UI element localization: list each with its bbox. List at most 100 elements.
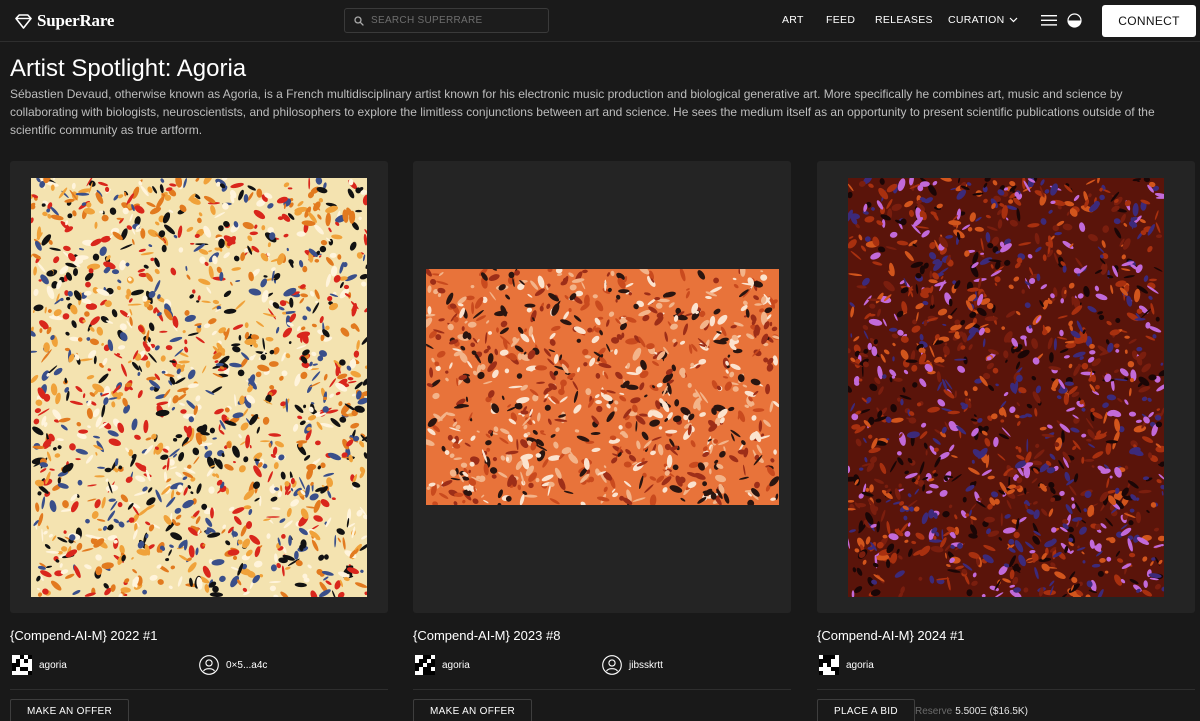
place-bid-button[interactable]: PLACE A BID [817,699,915,721]
logo-text: SuperRare [37,11,115,30]
avatar-pixel [427,655,431,659]
artwork-texture-blob [94,475,105,478]
artwork-frame[interactable] [10,161,388,613]
creator-info[interactable]: agoria [819,655,874,675]
avatar-pixel [415,663,419,667]
avatar-pixel [823,655,827,659]
avatar-pixel [20,667,24,671]
artist-description: Sébastien Devaud, otherwise known as Ago… [10,87,1155,137]
artwork-image[interactable] [31,178,367,597]
nav-art[interactable]: ART [782,14,804,26]
avatar-pixel [16,663,20,667]
make-offer-button[interactable]: MAKE AN OFFER [10,699,130,721]
avatar-pixel [20,655,24,659]
top-nav-bar: SuperRare ART FEED RELEASES CURATION CON… [0,0,1200,42]
avatar-pixel [24,667,28,671]
connect-button[interactable]: CONNECT [1102,5,1196,37]
artwork-texture-blob [210,507,214,519]
avatar-pixel [431,659,435,663]
artwork-texture-blob [190,242,195,245]
owner-info[interactable]: jibsskrtt [602,655,663,675]
nav-releases[interactable]: RELEASES [875,14,933,26]
search-icon [354,15,364,26]
artwork-texture-blob [427,306,432,315]
avatar-pixel [423,655,427,659]
creator-name: agoria [442,659,470,671]
artwork-texture-blob [931,294,934,306]
avatar-pixel [819,663,823,667]
search-input[interactable] [371,15,541,26]
creator-info[interactable]: agoria [12,655,67,675]
nav-curation[interactable]: CURATION [948,14,1018,26]
make-offer-button[interactable]: MAKE AN OFFER [413,699,533,721]
avatar-pixel [427,667,431,671]
theme-toggle-icon[interactable] [1067,13,1082,28]
search-bar[interactable] [344,8,549,33]
artwork-frame[interactable] [413,161,791,613]
artwork-texture-blob [355,209,362,213]
artwork-title[interactable]: {Compend-AI-M} 2022 #1 [10,628,157,643]
creator-avatar [819,655,839,675]
avatar-pixel [831,667,835,671]
artwork-texture-blob [592,294,598,299]
divider [10,689,388,690]
reserve-price: Reserve 5.500Ξ ($16.5K) [915,706,1028,717]
artwork-texture-blob [288,535,292,547]
user-avatar-icon [602,655,622,675]
owner-info[interactable]: 0×5...a4c [199,655,267,675]
avatar-pixel [28,655,32,659]
creator-info[interactable]: agoria [415,655,470,675]
reserve-value: 5.500Ξ ($16.5K) [955,706,1028,717]
nav-curation-label: CURATION [948,14,1005,26]
avatar-pixel [827,663,831,667]
owner-name: jibsskrtt [629,659,663,671]
user-avatar-icon [199,655,219,675]
artwork-frame[interactable] [817,161,1195,613]
avatar-pixel [827,659,831,663]
artwork-image[interactable] [848,178,1164,597]
avatar-pixel [419,659,423,663]
artwork-image[interactable] [426,269,779,505]
avatar-pixel [819,671,823,675]
diamond-logo-icon [15,13,32,29]
avatar-pixel [12,663,16,667]
artwork-texture-blob [1104,570,1109,574]
avatar-pixel [423,667,427,671]
artwork-texture-blob [1105,440,1118,444]
artwork-card: {Compend-AI-M} 2023 #8 agoria jibsskrtt … [413,161,791,721]
superrare-logo[interactable]: SuperRare [15,11,114,31]
avatar-pixel [423,659,427,663]
divider [413,689,791,690]
artwork-texture-blob [302,265,308,273]
avatar-pixel [28,671,32,675]
avatar-pixel [427,671,431,675]
avatar-pixel [24,659,28,663]
reserve-label: Reserve [915,706,953,717]
artwork-texture-blob [161,370,166,374]
avatar-pixel [16,659,20,663]
avatar-pixel [12,667,16,671]
nav-feed[interactable]: FEED [826,14,855,26]
hamburger-menu-icon[interactable] [1041,15,1057,26]
avatar-pixel [423,671,427,675]
artwork-texture-blob [244,322,249,329]
creator-avatar [12,655,32,675]
creator-avatar [415,655,435,675]
artwork-title[interactable]: {Compend-AI-M} 2023 #8 [413,628,560,643]
avatar-pixel [835,667,839,671]
page-title: Artist Spotlight: Agoria [10,55,247,82]
artwork-card: {Compend-AI-M} 2024 #1 agoria PLACE A BI… [817,161,1195,721]
artwork-title[interactable]: {Compend-AI-M} 2024 #1 [817,628,964,643]
avatar-pixel [419,663,423,667]
avatar-pixel [823,659,827,663]
artwork-texture-blob [63,278,68,282]
artwork-texture-blob [161,244,167,253]
avatar-pixel [819,659,823,663]
creator-name: agoria [39,659,67,671]
avatar-pixel [415,667,419,671]
avatar-pixel [431,663,435,667]
owner-name: 0×5...a4c [226,659,268,671]
artwork-texture-blob [238,334,242,341]
avatar-pixel [835,671,839,675]
artwork-texture-blob [308,178,311,190]
